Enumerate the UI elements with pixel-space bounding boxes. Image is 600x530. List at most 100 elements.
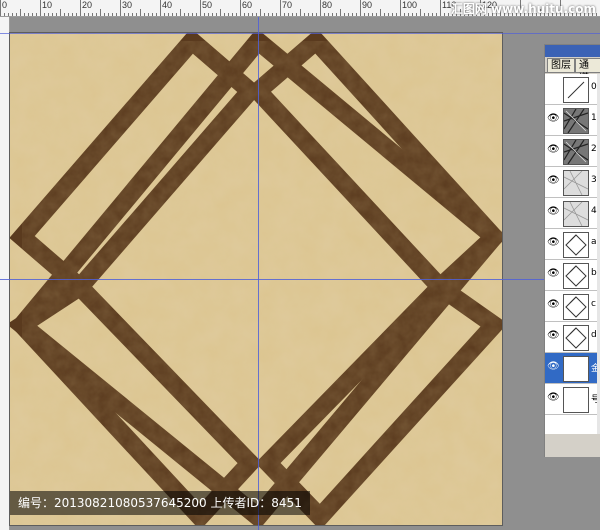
- layer-name: 1: [591, 113, 597, 123]
- ruler-tick: [120, 0, 121, 16]
- ruler-tick: [420, 9, 421, 16]
- panel-titlebar[interactable]: [545, 45, 600, 57]
- ruler-tick: [180, 9, 181, 16]
- ruler-tick: [428, 13, 429, 16]
- ruler-tick: [272, 13, 273, 16]
- ruler-tick: [52, 13, 53, 16]
- ruler-tick: [172, 13, 173, 16]
- eye-icon[interactable]: 👁: [547, 206, 560, 218]
- ruler-tick: [244, 13, 245, 16]
- ruler-tick: [280, 0, 281, 16]
- ruler-tick: [168, 13, 169, 16]
- ruler-tick: [256, 13, 257, 16]
- ruler-tick: [388, 13, 389, 16]
- ruler-tick: [60, 9, 61, 16]
- ruler-tick: [376, 13, 377, 16]
- image-id-caption: 编号：20130821080537645200 上传者ID：8451: [10, 491, 310, 515]
- ruler-tick: [112, 13, 113, 16]
- ruler-tick: [196, 13, 197, 16]
- layer-name: 3: [591, 175, 597, 185]
- layer-thumbnail: [563, 77, 589, 103]
- ruler-label: 30: [122, 0, 133, 10]
- eye-icon[interactable]: 👁: [547, 113, 560, 125]
- eye-icon[interactable]: 👁: [547, 175, 560, 187]
- layer-name: 0: [591, 82, 597, 92]
- layer-name: d: [591, 330, 597, 340]
- layer-row[interactable]: 👁 b: [545, 260, 600, 291]
- ruler-tick: [340, 9, 341, 16]
- layer-list: 0 👁 1 👁 2 👁 3 👁 4 👁 a 👁 b 👁 c 👁 d 👁 金 👁 号: [545, 74, 600, 434]
- guide-line-vertical[interactable]: [258, 17, 259, 530]
- layer-row[interactable]: 👁 d: [545, 322, 600, 353]
- ruler-label: 0: [2, 0, 8, 10]
- tab-channels[interactable]: 通道: [575, 58, 600, 84]
- layer-row[interactable]: 👁 1: [545, 105, 600, 136]
- ruler-tick: [148, 13, 149, 16]
- ruler-tick: [292, 13, 293, 16]
- eye-icon[interactable]: 👁: [547, 361, 560, 373]
- layer-row[interactable]: 👁 2: [545, 136, 600, 167]
- ruler-tick: [260, 9, 261, 16]
- ruler-tick: [408, 13, 409, 16]
- ruler-tick: [436, 13, 437, 16]
- ruler-tick: [164, 13, 165, 16]
- ruler-tick: [80, 0, 81, 16]
- tab-layers[interactable]: 图层: [547, 58, 575, 72]
- eye-icon[interactable]: 👁: [547, 237, 560, 249]
- ruler-tick: [176, 13, 177, 16]
- layer-row[interactable]: 👁 4: [545, 198, 600, 229]
- layer-row[interactable]: 👁 号: [545, 384, 600, 415]
- layer-thumbnail: [563, 201, 589, 227]
- eye-icon[interactable]: 👁: [547, 144, 560, 156]
- guide-line-top[interactable]: [0, 33, 600, 34]
- layer-row[interactable]: 👁 c: [545, 291, 600, 322]
- ruler-label: 20: [82, 0, 93, 10]
- ruler-tick: [412, 13, 413, 16]
- ruler-tick: [36, 13, 37, 16]
- ruler-tick: [328, 13, 329, 16]
- ruler-tick: [276, 13, 277, 16]
- ruler-tick: [128, 13, 129, 16]
- ruler-label: 100: [402, 0, 418, 10]
- ruler-tick: [252, 13, 253, 16]
- eye-icon[interactable]: [547, 82, 559, 94]
- ruler-tick: [296, 13, 297, 16]
- ruler-tick: [188, 13, 189, 16]
- ruler-tick: [192, 13, 193, 16]
- ruler-tick: [216, 13, 217, 16]
- layer-row[interactable]: 👁 a: [545, 229, 600, 260]
- ruler-tick: [24, 13, 25, 16]
- guide-line-horizontal[interactable]: [0, 279, 600, 280]
- ruler-tick: [228, 13, 229, 16]
- ruler-tick: [236, 13, 237, 16]
- ruler-tick: [348, 13, 349, 16]
- ruler-tick: [20, 9, 21, 16]
- eye-icon[interactable]: 👁: [547, 392, 560, 404]
- ruler-label: 90: [362, 0, 373, 10]
- layer-row[interactable]: 👁 3: [545, 167, 600, 198]
- ruler-tick: [44, 13, 45, 16]
- ruler-tick: [76, 13, 77, 16]
- layer-thumbnail: [563, 356, 589, 382]
- ruler-tick: [152, 13, 153, 16]
- ruler-tick: [424, 13, 425, 16]
- ruler-tick: [56, 13, 57, 16]
- eye-icon[interactable]: 👁: [547, 299, 560, 311]
- layer-row[interactable]: 0: [545, 74, 600, 105]
- ruler-tick: [444, 13, 445, 16]
- ruler-tick: [208, 13, 209, 16]
- eye-icon[interactable]: 👁: [547, 268, 560, 280]
- ruler-tick: [124, 13, 125, 16]
- ruler-tick: [96, 13, 97, 16]
- eye-icon[interactable]: 👁: [547, 330, 560, 342]
- ruler-tick: [356, 13, 357, 16]
- ruler-tick: [372, 13, 373, 16]
- ruler-tick: [396, 13, 397, 16]
- panel-tabs: 图层 通道: [545, 57, 600, 84]
- ruler-tick: [160, 0, 161, 16]
- ruler-tick: [288, 13, 289, 16]
- ruler-tick: [596, 13, 597, 16]
- ruler-tick: [324, 13, 325, 16]
- ruler-tick: [360, 0, 361, 16]
- layer-row[interactable]: 👁 金: [545, 353, 600, 384]
